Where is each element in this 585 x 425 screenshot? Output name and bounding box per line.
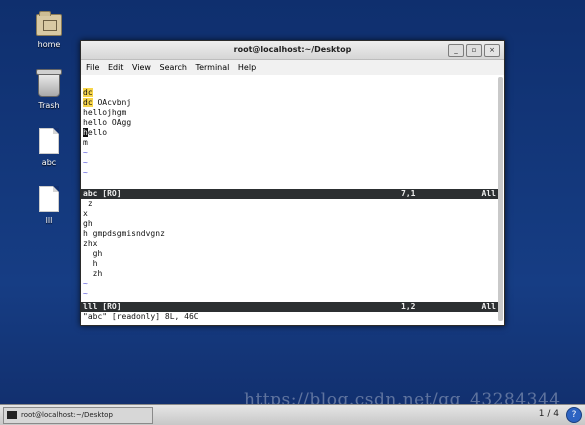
vim-line: dc OAcvbnj [83, 98, 132, 107]
window-titlebar[interactable]: root@localhost:~/Desktop _ ▫ × [81, 41, 504, 60]
vim-line: h [83, 259, 98, 268]
vim-line-rest: OAcvbnj [92, 98, 132, 107]
menu-edit[interactable]: Edit [108, 63, 124, 72]
taskbar: root@localhost:~/Desktop 1 / 4 ? [0, 404, 585, 425]
menu-search[interactable]: Search [160, 63, 187, 72]
taskbar-item-label: root@localhost:~/Desktop [21, 411, 113, 419]
status-filename: lll [RO] [83, 302, 122, 311]
menu-help[interactable]: Help [238, 63, 256, 72]
vim-command-line: "abc" [readonly] 8L, 46C [83, 312, 199, 321]
vim-line: hello OAgg [83, 118, 132, 127]
status-percent: All [481, 302, 496, 311]
abc-file-icon[interactable]: abc [19, 128, 79, 167]
vim-tilde: ~ [83, 279, 88, 288]
workspace-indicator[interactable]: 1 / 4 [539, 407, 559, 422]
status-position: 7,1 [401, 189, 416, 198]
minimize-button[interactable]: _ [448, 44, 464, 57]
vim-line: dc [83, 88, 93, 97]
vim-line: gh [83, 249, 103, 258]
home-folder-icon[interactable]: home [19, 11, 79, 49]
trash-icon[interactable]: Trash [19, 69, 79, 110]
window-title: root@localhost:~/Desktop [233, 45, 352, 54]
help-icon[interactable]: ? [566, 407, 582, 423]
vim-status-bottom: lll [RO] 1,2 All [81, 302, 498, 312]
taskbar-terminal-item[interactable]: root@localhost:~/Desktop [3, 407, 153, 424]
menu-file[interactable]: File [86, 63, 99, 72]
vim-tilde: ~ [83, 168, 88, 177]
vim-line: gh [83, 219, 93, 228]
vim-tilde: ~ [83, 289, 88, 298]
menu-bar: File Edit View Search Terminal Help [81, 60, 504, 76]
vim-tilde: ~ [83, 148, 88, 157]
terminal-area[interactable]: dc dc OAcvbnj hellojhgm hello OAgg hello… [81, 75, 504, 325]
vim-status-top: abc [RO] 7,1 All [81, 189, 498, 199]
terminal-icon [7, 411, 17, 419]
lll-label: lll [45, 216, 53, 225]
terminal-scrollbar[interactable] [498, 75, 503, 323]
lll-file-icon[interactable]: lll [19, 186, 79, 225]
vim-line: hellojhgm [83, 108, 127, 117]
maximize-button[interactable]: ▫ [466, 44, 482, 57]
status-position: 1,2 [401, 302, 416, 311]
menu-view[interactable]: View [132, 63, 151, 72]
vim-line: zh [83, 269, 103, 278]
vim-line: z [83, 199, 93, 208]
vim-line: m [83, 138, 88, 147]
home-label: home [37, 40, 61, 49]
status-percent: All [481, 189, 496, 198]
vim-line: x [83, 209, 88, 218]
close-button[interactable]: × [484, 44, 500, 57]
menu-terminal[interactable]: Terminal [196, 63, 230, 72]
status-filename: abc [RO] [83, 189, 122, 198]
vim-line-cursor: hello [83, 128, 108, 137]
vim-line: h gmpdsgmisndvgnz [83, 229, 165, 238]
vim-tilde: ~ [83, 158, 88, 167]
scrollbar-thumb[interactable] [498, 77, 503, 321]
terminal-window[interactable]: root@localhost:~/Desktop _ ▫ × File Edit… [80, 40, 505, 326]
vim-line: zhx [83, 239, 98, 248]
trash-label: Trash [38, 101, 60, 110]
abc-label: abc [41, 158, 57, 167]
